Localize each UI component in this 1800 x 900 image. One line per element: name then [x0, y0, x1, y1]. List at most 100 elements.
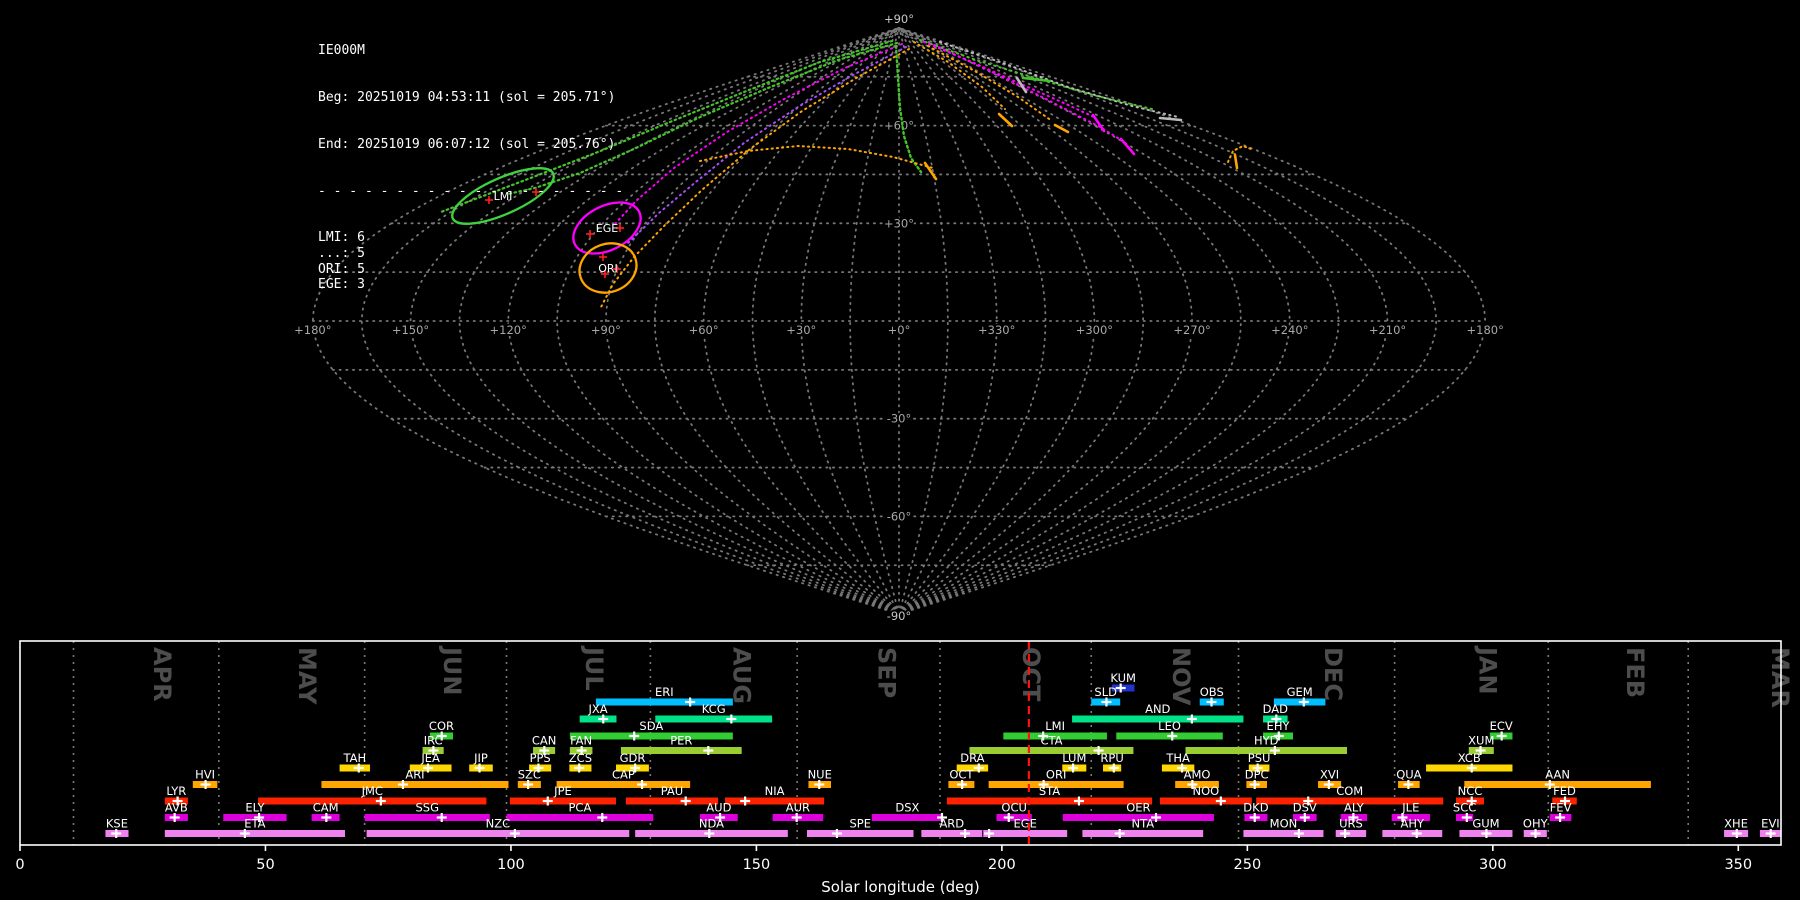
- station-id: IE000M: [318, 43, 365, 59]
- shower-code-label: MON: [1270, 817, 1298, 831]
- shower-NUE: NUE: [808, 768, 832, 789]
- shower-XCB: XCB: [1426, 751, 1513, 773]
- drift-tip: [1158, 116, 1183, 122]
- shower-code-label: QUA: [1396, 768, 1421, 782]
- month-label-MAY: MAY: [293, 647, 321, 705]
- ra-label: +90°: [591, 323, 621, 337]
- axis-tick-label: 150: [743, 857, 771, 873]
- ra-label: +300°: [1076, 323, 1113, 337]
- end-time: End: 20251019 06:07:12 (sol = 205.76°): [318, 136, 616, 152]
- ra-label: +240°: [1271, 323, 1308, 337]
- count-line: EGE: 3: [318, 277, 365, 293]
- shower-code-label: SPE: [849, 817, 871, 831]
- shower-NOO: NOO: [1159, 784, 1252, 806]
- axis-tick-label: 50: [256, 857, 274, 873]
- ra-label: +0°: [888, 323, 911, 337]
- shower-EVI: EVI: [1759, 817, 1781, 838]
- month-label-JUN: JUN: [438, 645, 466, 696]
- shower-code-label: NTA: [1131, 817, 1154, 831]
- month-label-SEP: SEP: [872, 647, 900, 698]
- shower-code-label: FAN: [570, 734, 592, 748]
- shower-code-label: DAD: [1263, 702, 1289, 716]
- begin-time: Beg: 20251019 04:53:11 (sol = 205.71°): [318, 89, 616, 105]
- shower-code-label: TAH: [342, 751, 366, 765]
- shower-code-label: JEA: [420, 751, 440, 765]
- activity-bar: [1082, 830, 1204, 837]
- shower-code-label: JIP: [473, 751, 488, 765]
- shower-code-label: EVI: [1761, 817, 1780, 831]
- shower-code-label: OCU: [1001, 801, 1027, 815]
- shower-code-label: COR: [429, 719, 454, 733]
- shower-code-label: NOO: [1193, 784, 1220, 798]
- shower-code-label: LYR: [166, 784, 186, 798]
- ra-label: +270°: [1173, 323, 1210, 337]
- axis-tick-label: 100: [497, 857, 525, 873]
- shower-code-label: LUM: [1062, 751, 1086, 765]
- shower-code-label: GDR: [620, 751, 646, 765]
- activity-bar: [258, 797, 487, 805]
- shower-code-label: CTA: [1040, 734, 1062, 748]
- shower-code-label: ERI: [655, 685, 674, 699]
- shower-OHY: OHY: [1523, 817, 1549, 838]
- dec-label: -60°: [887, 509, 912, 523]
- shower-code-label: XCB: [1458, 751, 1481, 765]
- shower-code-label: LMI: [1045, 719, 1065, 733]
- shower-code-label: JLE: [1401, 801, 1419, 815]
- shower-CAM: CAM: [311, 801, 340, 822]
- shower-code-label: ETA: [244, 817, 265, 831]
- row-red: LYR JMC JPE PAU NIA STA NOO COM NCC FED: [164, 784, 1577, 806]
- shower-code-label: KUM: [1110, 671, 1136, 685]
- shower-code-label: AMO: [1184, 768, 1211, 782]
- separator-line: - - - - - - - - - - - - - - - - - - - -: [318, 183, 624, 199]
- month-label-APR: APR: [148, 647, 176, 702]
- shower-code-label: XHE: [1724, 817, 1748, 831]
- month-label-DEC: DEC: [1319, 647, 1347, 701]
- shower-code-label: ALY: [1344, 801, 1365, 815]
- shower-DKD: DKD: [1243, 801, 1269, 822]
- drift-tip: [997, 112, 1014, 128]
- shower-code-label: COM: [1336, 784, 1363, 798]
- drift-trail-ege-drift: [614, 43, 903, 225]
- drift-tip: [923, 161, 938, 181]
- count-line: ORI: 5: [318, 261, 365, 277]
- shower-RPU: RPU: [1100, 751, 1124, 773]
- shower-code-label: EGE: [1013, 817, 1036, 831]
- activity-bar: [946, 797, 1153, 805]
- shower-code-label: ECV: [1490, 719, 1513, 733]
- ra-label: +60°: [689, 323, 719, 337]
- ra-label: +120°: [490, 323, 527, 337]
- shower-ZCS: ZCS: [569, 751, 592, 773]
- north-pole-label: +90°: [884, 12, 914, 26]
- shower-code-label: LEO: [1158, 719, 1181, 733]
- row-violet: KSE ETA NZC NDA SPE ARD EGE NTA MON URS AHY GUM OHY X…: [105, 817, 1781, 838]
- shower-code-label: ZCS: [569, 751, 592, 765]
- ra-label: +180°: [1467, 323, 1504, 337]
- shower-code-label: ELY: [245, 801, 265, 815]
- shower-code-label: ARD: [939, 817, 964, 831]
- shower-counts: LMI: 6...: 5 ORI: 5 EGE: 3: [318, 230, 623, 292]
- shower-code-label: JPE: [553, 784, 572, 798]
- shower-OCT: OCT: [948, 768, 974, 789]
- dec-label: -30°: [887, 412, 912, 426]
- activity-timeline: APR MAY JUN JUL AUG SEP OCT NOV DEC JAN FEB MAR KUM E…: [15, 640, 1794, 896]
- shower-code-label: HVI: [195, 768, 215, 782]
- shower-code-label: PER: [670, 734, 692, 748]
- shower-code-label: ORI: [1046, 768, 1066, 782]
- shower-code-label: AAN: [1545, 768, 1570, 782]
- shower-code-label: AHY: [1401, 817, 1426, 831]
- shower-XHE: XHE: [1724, 817, 1749, 838]
- axis-tick-label: 250: [1234, 857, 1262, 873]
- shower-code-label: NUE: [808, 768, 832, 782]
- shower-code-label: JXA: [588, 702, 608, 716]
- axis-tick-label: 300: [1479, 857, 1507, 873]
- drift-trail-right-magenta-1: [923, 41, 1097, 119]
- activity-bar: [509, 797, 617, 805]
- shower-HVI: HVI: [192, 768, 218, 789]
- shower-NDA: NDA: [635, 817, 788, 838]
- activity-bar: [983, 830, 1068, 837]
- month-label-JAN: JAN: [1474, 645, 1502, 695]
- shower-code-label: FED: [1553, 784, 1576, 798]
- month-label-JUL: JUL: [580, 645, 608, 691]
- shower-code-label: OER: [1126, 801, 1150, 815]
- shower-code-label: NDA: [699, 817, 724, 831]
